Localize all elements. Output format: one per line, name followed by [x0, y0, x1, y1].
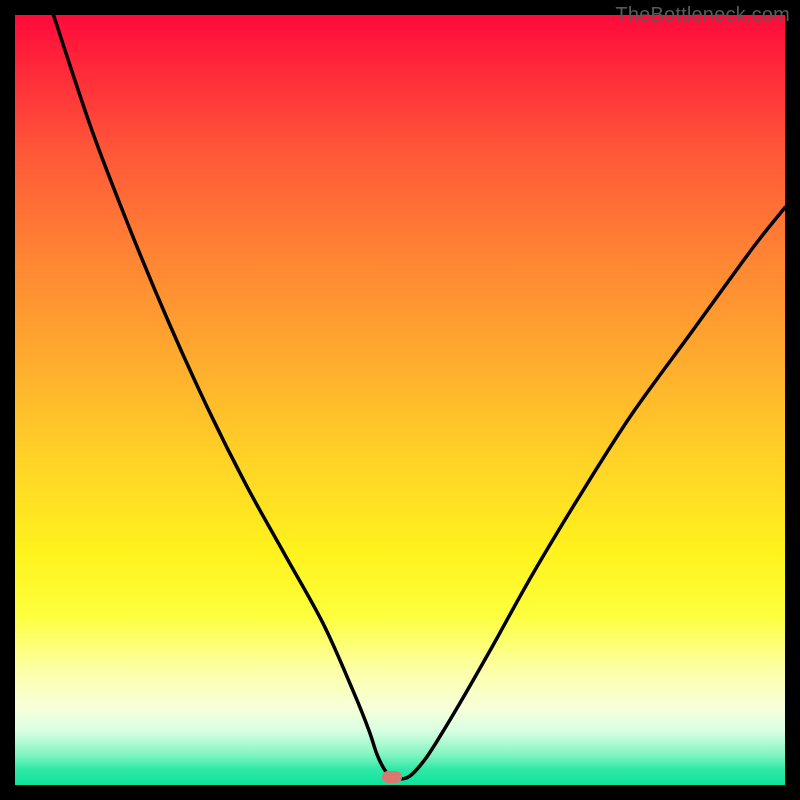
- watermark-text: TheBottleneck.com: [615, 4, 790, 27]
- plot-area: [15, 15, 785, 785]
- curve-path: [54, 15, 786, 779]
- optimum-marker: [382, 771, 402, 783]
- chart-stage: TheBottleneck.com: [0, 0, 800, 800]
- bottleneck-curve: [15, 15, 785, 785]
